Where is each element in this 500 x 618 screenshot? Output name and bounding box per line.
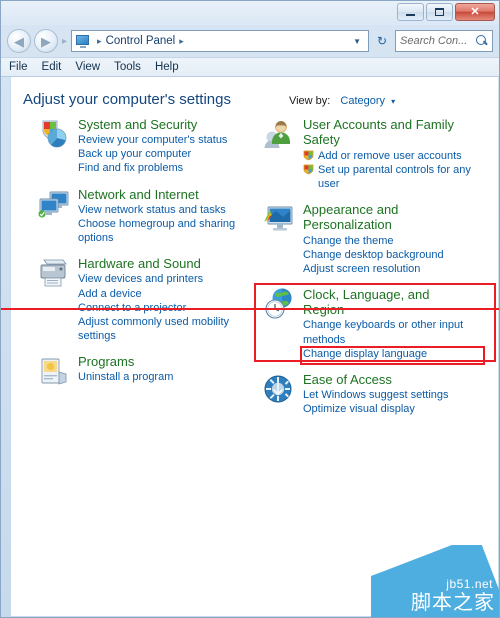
category-link-text: Add or remove user accounts (318, 149, 462, 162)
category-title[interactable]: Clock, Language, and Region (303, 287, 474, 318)
category-ease-of-access[interactable]: Ease of Access Let Windows suggest setti… (262, 372, 474, 416)
chevron-down-icon[interactable]: ▾ (391, 97, 395, 106)
search-box[interactable]: Search Con... (395, 30, 493, 52)
category-clock-language-and-region[interactable]: Clock, Language, and Region Change keybo… (262, 287, 474, 361)
category-body: User Accounts and Family Safety Add or r (303, 117, 474, 191)
category-body: Clock, Language, and Region Change keybo… (303, 287, 474, 361)
category-link[interactable]: Change keyboards or other input methods (303, 318, 474, 346)
appearance-icon (262, 202, 296, 236)
category-programs[interactable]: Programs Uninstall a program (37, 354, 249, 388)
menu-bar: File Edit View Tools Help (1, 57, 499, 77)
search-input[interactable]: Search Con... (400, 35, 476, 47)
back-arrow-icon: ◀ (14, 33, 24, 49)
category-link[interactable]: Back up your computer (78, 147, 249, 161)
breadcrumb-trailing-arrow-icon[interactable]: ▸ (175, 36, 188, 47)
page-header: Adjust your computer's settings View by:… (11, 77, 498, 108)
explorer-window: ✕ ◀ ▶ ▸ ▸ Control Panel ▸ ▼ ↻ Search Con… (0, 0, 500, 618)
minimize-icon (406, 14, 415, 16)
category-link[interactable]: Add or remove user accounts (303, 149, 474, 163)
category-appearance-and-personalization[interactable]: Appearance and Personalization Change th… (262, 202, 474, 276)
category-link[interactable]: View devices and printers (78, 272, 249, 286)
control-panel-icon (75, 34, 91, 48)
view-by-value[interactable]: Category (340, 95, 385, 107)
category-title[interactable]: Network and Internet (78, 187, 249, 202)
breadcrumb-arrow-icon: ▸ (97, 35, 102, 46)
category-grid: System and Security Review your computer… (11, 108, 498, 427)
title-bar: ✕ (1, 1, 499, 25)
programs-icon (37, 354, 71, 388)
printer-icon (37, 256, 71, 290)
category-link[interactable]: Choose homegroup and sharing options (78, 217, 249, 245)
address-dropdown-icon[interactable]: ▼ (348, 37, 366, 46)
menu-item-view[interactable]: View (75, 61, 100, 73)
category-link[interactable]: Add a device (78, 287, 249, 301)
menu-item-help[interactable]: Help (155, 61, 179, 73)
refresh-icon: ↻ (376, 34, 388, 48)
category-network-and-internet[interactable]: Network and Internet View network status… (37, 187, 249, 246)
nav-separator-icon: ▸ (62, 35, 68, 47)
category-user-accounts-and-family-safety[interactable]: User Accounts and Family Safety Add or r (262, 117, 474, 191)
category-body: Appearance and Personalization Change th… (303, 202, 474, 276)
category-link[interactable]: Find and fix problems (78, 161, 249, 175)
annotation-divider-line (1, 308, 499, 310)
category-body: System and Security Review your computer… (78, 117, 249, 176)
search-icon (476, 35, 488, 47)
uac-shield-icon (303, 150, 314, 160)
category-link[interactable]: Set up parental controls for any user (303, 163, 474, 191)
address-bar-row: ◀ ▶ ▸ ▸ Control Panel ▸ ▼ ↻ Search Con..… (1, 25, 499, 57)
category-body: Ease of Access Let Windows suggest setti… (303, 372, 474, 416)
category-link[interactable]: Review your computer's status (78, 133, 249, 147)
category-title[interactable]: Hardware and Sound (78, 256, 249, 271)
category-link[interactable]: Uninstall a program (78, 370, 249, 384)
view-by-label: View by: (288, 95, 331, 107)
category-link[interactable]: Change desktop background (303, 248, 474, 262)
minimize-button[interactable] (397, 3, 424, 21)
window-controls: ✕ (397, 3, 495, 21)
maximize-button[interactable] (426, 3, 453, 21)
forward-button[interactable]: ▶ (34, 29, 58, 53)
category-body: Network and Internet View network status… (78, 187, 249, 246)
category-body: Programs Uninstall a program (78, 354, 249, 388)
watermark: jb51.net 脚本之家 (371, 545, 499, 617)
menu-item-file[interactable]: File (9, 61, 28, 73)
category-link[interactable]: Adjust commonly used mobility settings (78, 315, 249, 343)
uac-shield-icon (303, 164, 314, 175)
category-system-and-security[interactable]: System and Security Review your computer… (37, 117, 249, 176)
category-column-right: User Accounts and Family Safety Add or r (262, 117, 474, 427)
menu-item-tools[interactable]: Tools (114, 61, 141, 73)
shield-clock-icon (37, 117, 71, 151)
category-body: Hardware and Sound View devices and prin… (78, 256, 249, 343)
category-title[interactable]: System and Security (78, 117, 249, 132)
category-title[interactable]: Programs (78, 354, 249, 369)
breadcrumb-control-panel[interactable]: Control Panel (106, 35, 176, 47)
category-link[interactable]: Let Windows suggest settings (303, 388, 474, 402)
view-by-control[interactable]: View by: Category ▾ (289, 95, 395, 107)
close-icon: ✕ (470, 5, 480, 18)
category-link-text: Set up parental controls for any user (318, 163, 471, 190)
category-title[interactable]: Ease of Access (303, 372, 474, 387)
users-icon (262, 117, 296, 151)
category-link[interactable]: Change the theme (303, 234, 474, 248)
clock-globe-icon (262, 287, 296, 321)
category-link-change-display-language[interactable]: Change display language (303, 347, 474, 361)
maximize-icon (435, 8, 444, 16)
network-monitors-icon (37, 187, 71, 221)
ease-of-access-icon (262, 372, 296, 406)
category-link[interactable]: Optimize visual display (303, 402, 474, 416)
watermark-site-name: 脚本之家 (411, 592, 495, 614)
forward-arrow-icon: ▶ (41, 33, 51, 49)
menu-item-edit[interactable]: Edit (42, 61, 62, 73)
address-bar[interactable]: ▸ Control Panel ▸ ▼ (71, 30, 369, 52)
content-pane: Adjust your computer's settings View by:… (10, 77, 498, 616)
category-title[interactable]: Appearance and Personalization (303, 202, 474, 233)
back-button[interactable]: ◀ (7, 29, 31, 53)
refresh-button[interactable]: ↻ (372, 30, 392, 52)
category-title[interactable]: User Accounts and Family Safety (303, 117, 474, 148)
category-link[interactable]: Adjust screen resolution (303, 262, 474, 276)
category-column-left: System and Security Review your computer… (37, 117, 249, 427)
category-link[interactable]: View network status and tasks (78, 203, 249, 217)
page-title: Adjust your computer's settings (23, 91, 231, 108)
category-hardware-and-sound[interactable]: Hardware and Sound View devices and prin… (37, 256, 249, 343)
close-button[interactable]: ✕ (455, 3, 495, 21)
